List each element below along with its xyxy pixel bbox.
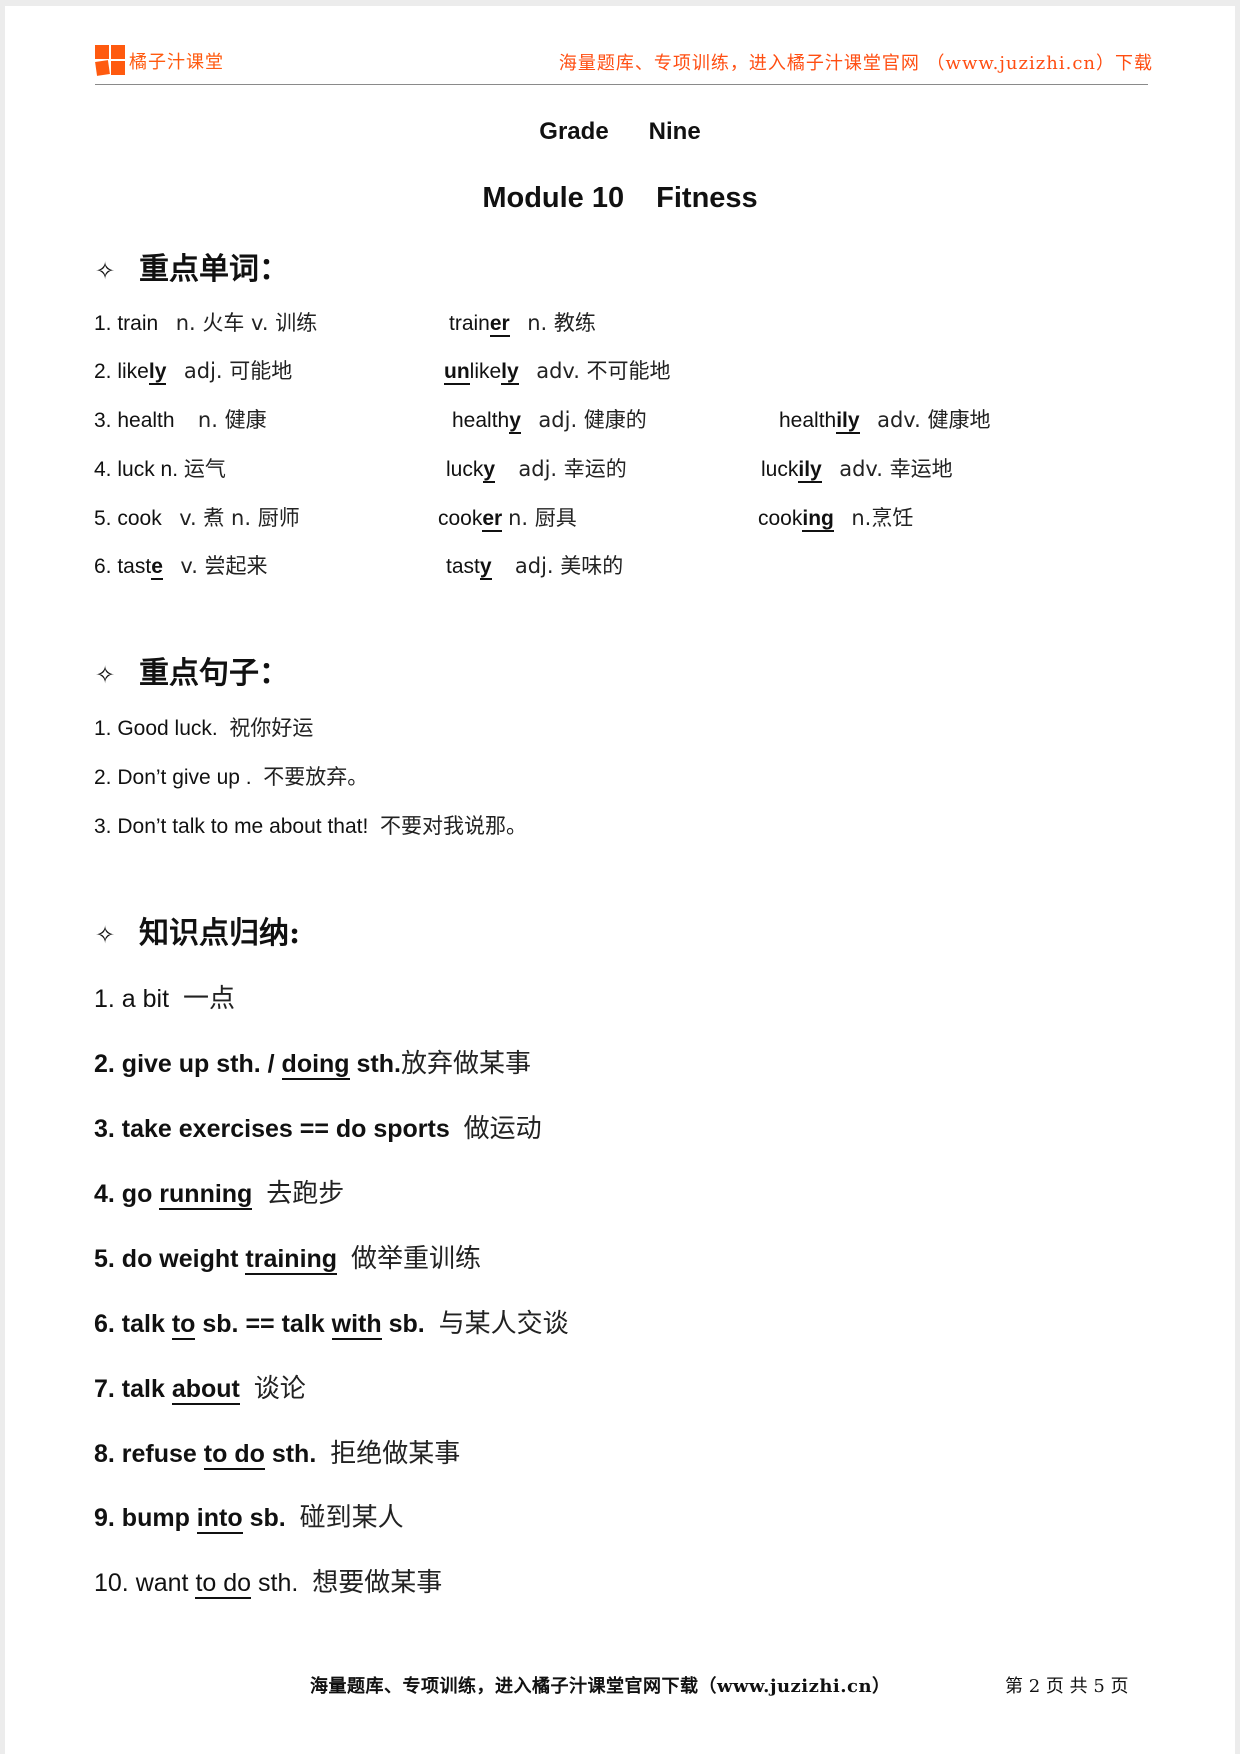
knowledge-item: 1. a bit 一点 bbox=[94, 984, 235, 1014]
vocab-row-6-derivative: tasty adj. 美味的 bbox=[446, 554, 624, 580]
vocab-row-5-word: 5. cook v. 煮 n. 厨师 bbox=[94, 506, 300, 530]
module-topic: Fitness bbox=[656, 182, 758, 214]
vocab-row-1-word: 1. train n. 火车 v. 训练 bbox=[94, 311, 318, 335]
vocab-row-2-word: 2. likely adj. 可能地 bbox=[94, 359, 293, 385]
diamond-bullet-icon: ✧ bbox=[95, 661, 116, 689]
diamond-bullet-icon: ✧ bbox=[95, 257, 116, 285]
module-number: Module 10 bbox=[482, 182, 625, 214]
vocab-row-4-derivative: lucky adj. 幸运的 bbox=[446, 457, 627, 483]
knowledge-item: 8. refuse to do sth. 拒绝做某事 bbox=[94, 1439, 461, 1470]
vocab-row-3-derivative: healthy adj. 健康的 bbox=[452, 408, 647, 434]
vocab-row-1-derivative: trainer n. 教练 bbox=[449, 311, 596, 337]
vocab-row-3-word: 3. health n. 健康 bbox=[94, 408, 267, 432]
knowledge-item: 2. give up sth. / doing sth.放弃做某事 bbox=[94, 1049, 531, 1080]
footer-text: 海量题库、专项训练，进入橘子汁课堂官网下载（www.juzizhi.cn） bbox=[310, 1676, 891, 1697]
section-heading-vocab: ✧ 重点单词： bbox=[95, 252, 289, 287]
header-slogan: 海量题库、专项训练，进入橘子汁课堂官网 （www.juzizhi.cn）下载 bbox=[558, 53, 1153, 74]
diamond-bullet-icon: ✧ bbox=[95, 921, 116, 949]
vocab-row-5-gerund: cooking n.烹饪 bbox=[758, 506, 914, 532]
vocab-row-6-word: 6. taste v. 尝起来 bbox=[94, 554, 268, 580]
knowledge-item: 3. take exercises == do sports 做运动 bbox=[94, 1114, 542, 1144]
grade-label: Grade bbox=[539, 118, 609, 145]
brand-name: 橘子汁课堂 bbox=[129, 52, 224, 73]
knowledge-item: 4. go running 去跑步 bbox=[94, 1179, 345, 1210]
knowledge-item: 10. want to do sth. 想要做某事 bbox=[94, 1568, 443, 1599]
section-heading-knowledge: ✧ 知识点归纳: bbox=[95, 916, 301, 951]
page-number: 第 2 页 共 5 页 bbox=[1005, 1676, 1129, 1697]
grade-value: Nine bbox=[648, 118, 701, 145]
vocab-row-5-derivative: cooker n. 厨具 bbox=[438, 506, 577, 532]
knowledge-item: 5. do weight training 做举重训练 bbox=[94, 1244, 481, 1275]
sentence-item: 3. Don’t talk to me about that! 不要对我说那。 bbox=[94, 814, 527, 838]
knowledge-item: 6. talk to sb. == talk with sb. 与某人交谈 bbox=[94, 1309, 569, 1340]
juzizhi-logo-icon bbox=[95, 45, 125, 76]
grade-title: Grade Nine bbox=[0, 118, 1240, 146]
header-divider bbox=[95, 84, 1148, 85]
vocab-row-4-word: 4. luck n. 运气 bbox=[94, 457, 226, 481]
section-heading-sentences: ✧ 重点句子： bbox=[95, 656, 289, 691]
module-title: Module 10 Fitness bbox=[0, 182, 1240, 215]
vocab-row-2-derivative: unlikely adv. 不可能地 bbox=[444, 359, 671, 385]
vocab-row-4-adverb: luckily adv. 幸运地 bbox=[761, 457, 953, 483]
knowledge-item: 9. bump into sb. 碰到某人 bbox=[94, 1503, 404, 1534]
vocab-row-3-adverb: healthily adv. 健康地 bbox=[779, 408, 991, 434]
knowledge-item: 7. talk about 谈论 bbox=[94, 1374, 306, 1405]
sentence-item: 1. Good luck. 祝你好运 bbox=[94, 716, 314, 740]
sentence-item: 2. Don’t give up . 不要放弃。 bbox=[94, 765, 369, 789]
